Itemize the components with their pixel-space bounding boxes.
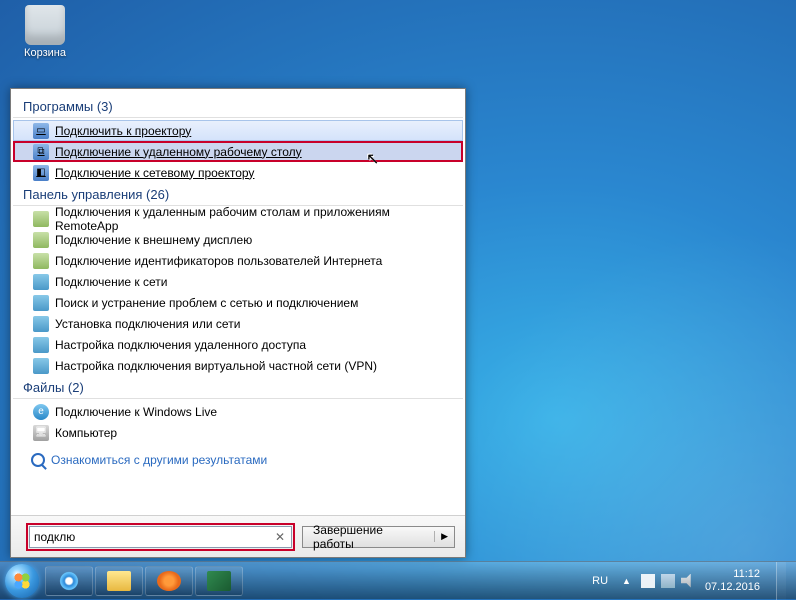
result-label: Установка подключения или сети (55, 317, 240, 331)
result-remote-access[interactable]: Настройка подключения удаленного доступа (13, 334, 463, 355)
ie-icon: e (33, 404, 49, 420)
search-box[interactable]: ✕ (29, 526, 292, 548)
language-indicator[interactable]: RU (588, 573, 612, 589)
taskbar-magnifier[interactable] (195, 566, 243, 596)
network-icon (33, 295, 49, 311)
show-desktop-button[interactable] (776, 562, 786, 600)
clear-search-icon[interactable]: ✕ (272, 529, 288, 545)
result-connect-network[interactable]: Подключение к сети (13, 271, 463, 292)
result-vpn[interactable]: Настройка подключения виртуальной частно… (13, 355, 463, 376)
result-label: Подключение к сетевому проектору (55, 166, 254, 180)
windows-logo-icon (5, 564, 39, 598)
result-computer[interactable]: 🖥 Компьютер (13, 422, 463, 443)
explorer-icon (107, 571, 131, 591)
start-menu-footer: ✕ Завершение работы ▶ (11, 515, 465, 557)
network-icon (33, 274, 49, 290)
search-icon (31, 453, 45, 467)
result-network-projector[interactable]: ◧ Подключение к сетевому проектору (13, 162, 463, 183)
result-remote-desktop[interactable]: ⧉ Подключение к удаленному рабочему стол… (13, 141, 463, 162)
recycle-bin-label: Корзина (15, 47, 75, 59)
network-projector-icon: ◧ (33, 165, 49, 181)
taskbar-media-player[interactable] (145, 566, 193, 596)
result-label: Поиск и устранение проблем с сетью и под… (55, 296, 358, 310)
see-more-results[interactable]: Ознакомиться с другими результатами (13, 443, 463, 475)
search-input[interactable] (30, 527, 269, 547)
volume-icon[interactable] (681, 574, 695, 588)
taskbar-ie[interactable] (45, 566, 93, 596)
shutdown-label: Завершение работы (303, 523, 434, 551)
result-label: Настройка подключения удаленного доступа (55, 338, 306, 352)
section-header-control-panel: Панель управления (26) (13, 183, 463, 206)
result-setup-connection[interactable]: Установка подключения или сети (13, 313, 463, 334)
system-tray: RU ▲ 11:12 07.12.2016 (588, 562, 796, 600)
result-connect-projector[interactable]: ▭ Подключить к проектору (13, 120, 463, 141)
ie-icon (57, 571, 81, 591)
control-panel-icon (33, 253, 49, 269)
clock-time: 11:12 (705, 568, 760, 581)
network-icon (33, 337, 49, 353)
tray-expand-icon[interactable]: ▲ (622, 576, 631, 586)
media-player-icon (157, 571, 181, 591)
taskbar-explorer[interactable] (95, 566, 143, 596)
magnifier-icon (207, 571, 231, 591)
control-panel-icon (33, 232, 49, 248)
result-windows-live[interactable]: e Подключение к Windows Live (13, 401, 463, 422)
result-label: Подключить к проектору (55, 124, 191, 138)
result-label: Подключение к внешнему дисплею (55, 233, 252, 247)
rdp-icon: ⧉ (33, 144, 49, 160)
shutdown-menu-arrow-icon[interactable]: ▶ (434, 531, 454, 542)
shutdown-button[interactable]: Завершение работы ▶ (302, 526, 455, 548)
result-troubleshoot-network[interactable]: Поиск и устранение проблем с сетью и под… (13, 292, 463, 313)
result-label: Компьютер (55, 426, 117, 440)
action-center-icon[interactable] (641, 574, 655, 588)
computer-icon: 🖥 (33, 425, 49, 441)
section-header-files: Файлы (2) (13, 376, 463, 399)
result-label: Подключения к удаленным рабочим столам и… (55, 205, 453, 233)
result-label: Подключение к удаленному рабочему столу (55, 145, 302, 159)
result-remoteapp[interactable]: Подключения к удаленным рабочим столам и… (13, 208, 463, 229)
network-icon (33, 316, 49, 332)
result-label: Подключение к Windows Live (55, 405, 217, 419)
control-panel-icon (33, 211, 49, 227)
section-header-programs: Программы (3) (13, 95, 463, 118)
start-button[interactable] (0, 562, 44, 600)
network-icon (33, 358, 49, 374)
taskbar: RU ▲ 11:12 07.12.2016 (0, 561, 796, 599)
result-user-ids[interactable]: Подключение идентификаторов пользователе… (13, 250, 463, 271)
desktop-icon-recycle-bin[interactable]: Корзина (15, 5, 75, 59)
result-label: Подключение идентификаторов пользователе… (55, 254, 382, 268)
clock-date: 07.12.2016 (705, 581, 760, 594)
start-menu-search-results: Программы (3) ▭ Подключить к проектору ⧉… (10, 88, 466, 558)
clock[interactable]: 11:12 07.12.2016 (705, 568, 760, 594)
projector-icon: ▭ (33, 123, 49, 139)
see-more-label: Ознакомиться с другими результатами (51, 453, 267, 467)
result-label: Подключение к сети (55, 275, 167, 289)
network-tray-icon[interactable] (661, 574, 675, 588)
recycle-bin-icon (25, 5, 65, 45)
result-label: Настройка подключения виртуальной частно… (55, 359, 377, 373)
